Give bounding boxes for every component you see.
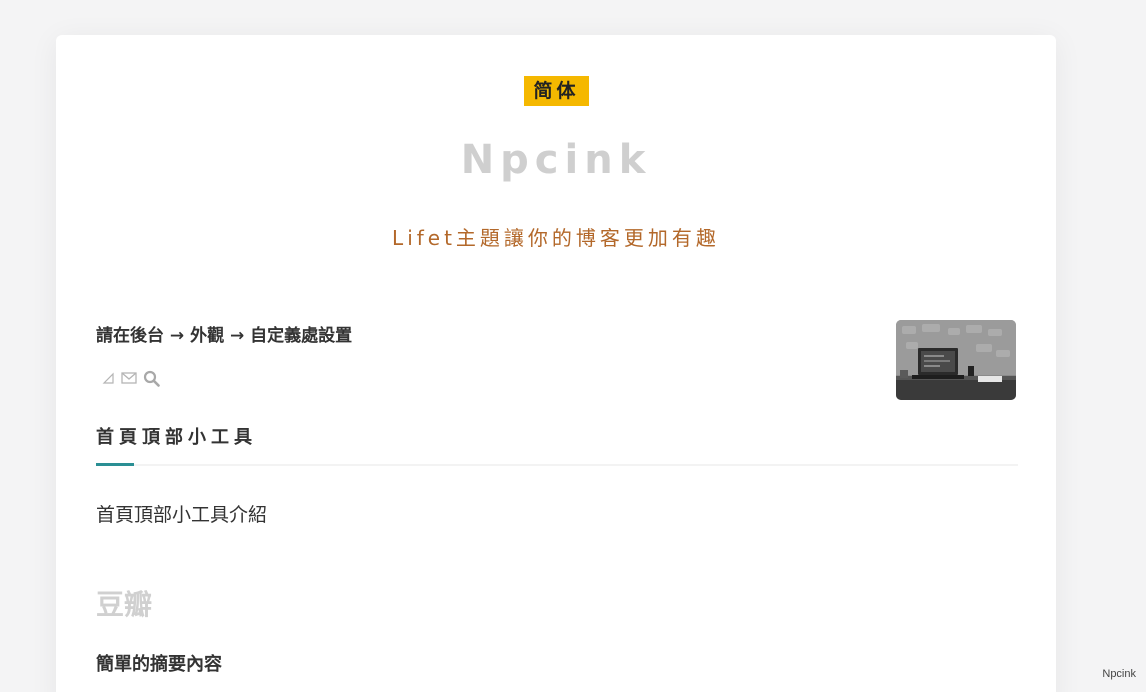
widget-body: 首頁頂部小工具介紹 [96, 504, 268, 526]
content-card: 简体 Npcink Lifet主題讓你的博客更加有趣 請在後台 → 外觀 → 自… [56, 35, 1056, 692]
mail-icon[interactable] [121, 372, 137, 384]
widget-divider [96, 464, 1018, 466]
page: 简体 Npcink Lifet主題讓你的博客更加有趣 請在後台 → 外觀 → 自… [0, 0, 1146, 692]
section-title: 豆瓣 [96, 588, 153, 621]
settings-notice: 請在後台 → 外觀 → 自定義處設置 [96, 326, 353, 346]
watermark: Npcink [1102, 668, 1136, 680]
widget-title: 首頁頂部小工具 [96, 427, 257, 448]
search-icon[interactable] [143, 370, 160, 387]
social-icons [102, 368, 160, 388]
featured-thumbnail[interactable] [896, 320, 1016, 400]
rss-icon[interactable] [102, 372, 115, 385]
language-toggle-button[interactable]: 简体 [524, 76, 589, 106]
site-title[interactable]: Npcink [56, 137, 1056, 183]
widget-divider-accent [96, 463, 134, 466]
post-title-link[interactable]: 簡單的摘要內容 [96, 650, 222, 676]
site-description: Lifet主題讓你的博客更加有趣 [392, 226, 720, 250]
